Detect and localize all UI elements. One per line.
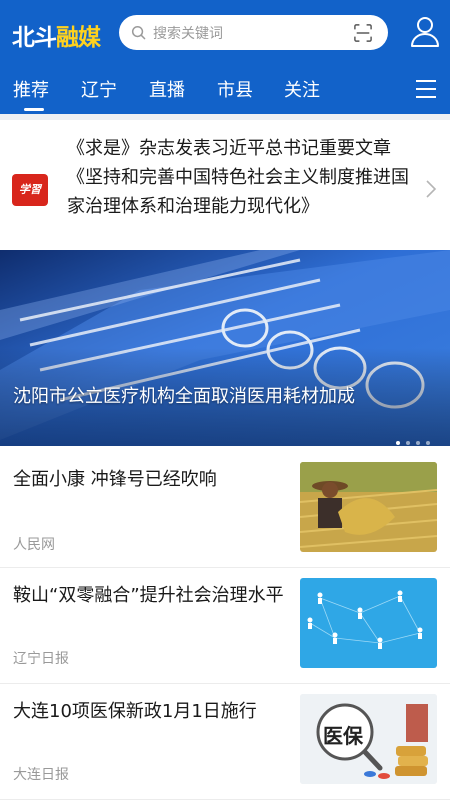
scan-icon[interactable] (354, 24, 372, 42)
search-placeholder: 搜索关键词 (153, 26, 223, 42)
app-logo: 北斗融媒 (12, 18, 101, 51)
menu-icon[interactable] (416, 80, 436, 98)
carousel-dot (426, 441, 430, 445)
chevron-right-icon (426, 180, 437, 198)
user-profile-icon[interactable] (410, 16, 440, 48)
news-title: 鞍山“双零融合”提升社会治理水平 (13, 585, 284, 606)
news-source: 辽宁日报 (13, 651, 69, 667)
active-tab-indicator (24, 108, 44, 111)
app-header: 北斗融媒 搜索关键词 推荐 辽宁 直播 市县 关注 (0, 0, 450, 114)
tab-cities[interactable]: 市县 (217, 76, 253, 102)
tab-live[interactable]: 直播 (149, 76, 185, 102)
headline-article[interactable]: 学習 《求是》杂志发表习近平总书记重要文章《坚持和完善中国特色社会主义制度推进国… (0, 114, 450, 250)
medical-insurance-illustration (300, 694, 437, 784)
network-people-image (300, 578, 437, 668)
news-source: 人民网 (13, 537, 55, 553)
farmer-harvest-image (300, 462, 437, 552)
banner-title: 沈阳市公立医疗机构全面取消医用耗材加成 (13, 386, 355, 407)
logo-text-1: 北斗 (12, 25, 57, 51)
thumb-label: 医保 (323, 724, 363, 748)
carousel-dot (406, 441, 410, 445)
medical-insurance-image: 医保 (300, 694, 437, 784)
xuexi-logo: 学習 (12, 174, 48, 206)
tab-liaoning[interactable]: 辽宁 (81, 76, 117, 102)
tab-recommend[interactable]: 推荐 (13, 76, 49, 102)
news-title: 大连10项医保新政1月1日施行 (13, 701, 257, 722)
headline-title: 《求是》杂志发表习近平总书记重要文章《坚持和完善中国特色社会主义制度推进国家治理… (67, 138, 409, 217)
news-item[interactable]: 鞍山“双零融合”提升社会治理水平 辽宁日报 (0, 568, 450, 684)
medical-instruments-image (0, 250, 450, 446)
carousel-dot (396, 441, 400, 445)
search-icon (131, 25, 146, 40)
tab-follow[interactable]: 关注 (284, 76, 320, 102)
carousel-dot (416, 441, 420, 445)
carousel-dots (396, 430, 436, 446)
news-item[interactable]: 大连10项医保新政1月1日施行 大连日报 医保 (0, 684, 450, 800)
banner-carousel[interactable]: 沈阳市公立医疗机构全面取消医用耗材加成 (0, 250, 450, 446)
search-bar[interactable]: 搜索关键词 (119, 15, 388, 50)
news-title: 全面小康 冲锋号已经吹响 (13, 469, 217, 490)
news-source: 大连日报 (13, 767, 69, 783)
logo-text-2: 融媒 (56, 25, 101, 51)
channel-tabs: 推荐 辽宁 直播 市县 关注 (0, 70, 450, 114)
news-item[interactable]: 全面小康 冲锋号已经吹响 人民网 (0, 452, 450, 568)
